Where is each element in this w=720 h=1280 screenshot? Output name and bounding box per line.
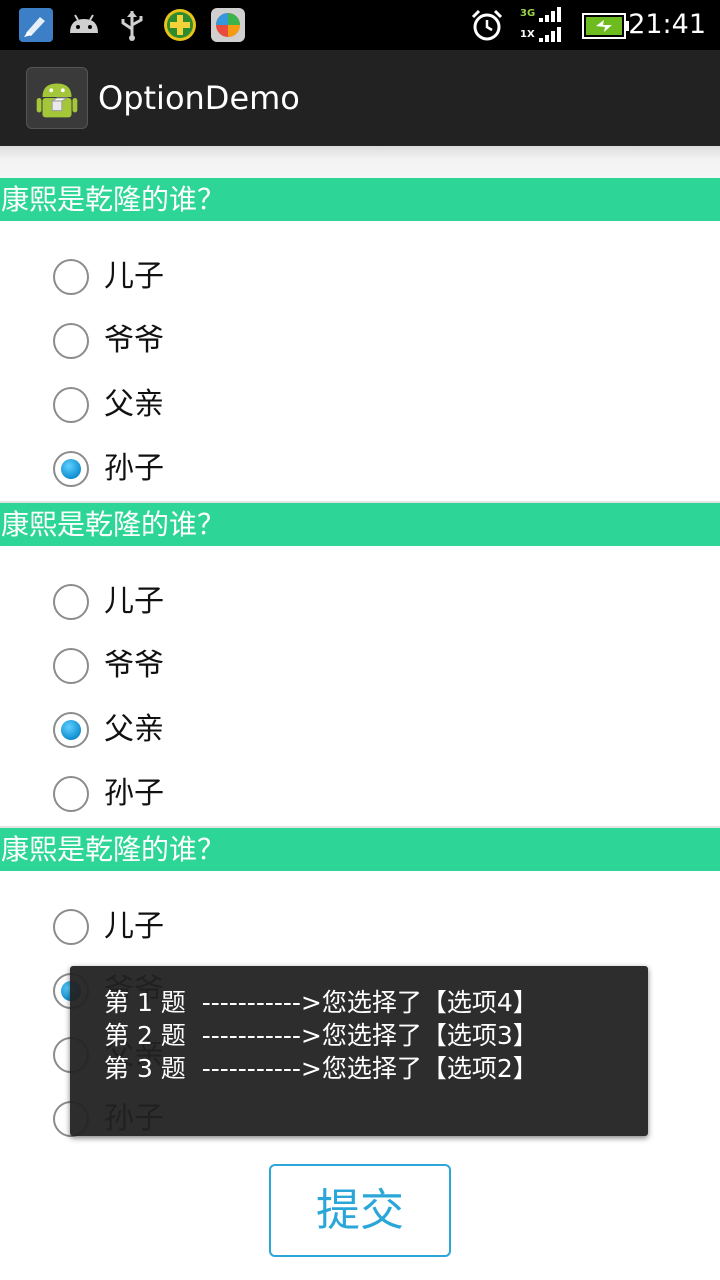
question-3-option-1[interactable]: 儿子 xyxy=(52,902,352,952)
question-2-option-1[interactable]: 儿子 xyxy=(52,577,352,627)
option-label: 儿子 xyxy=(104,584,164,619)
clock: 21:41 xyxy=(628,9,706,40)
screen: 3G 1X 21:41 OptionDemo 康熙是乾隆的谁？ 儿子 爷爷 父亲… xyxy=(0,0,720,1280)
question-1-option-1[interactable]: 儿子 xyxy=(52,252,352,302)
android-icon xyxy=(70,14,98,33)
radio-button[interactable] xyxy=(53,323,89,359)
android-robot-icon xyxy=(36,83,78,118)
radio-button[interactable] xyxy=(53,909,89,945)
radio-button[interactable] xyxy=(53,648,89,684)
toast-line-2: 第 2 题 ----------->您选择了【选项3】 xyxy=(104,1021,538,1050)
option-label: 爷爷 xyxy=(104,323,164,358)
game-plus-icon xyxy=(164,9,196,41)
option-label: 父亲 xyxy=(104,387,164,422)
radio-button-checked[interactable] xyxy=(53,451,89,487)
option-label: 父亲 xyxy=(104,712,164,747)
app-store-icon xyxy=(211,8,245,42)
radio-button[interactable] xyxy=(53,776,89,812)
network-3g-label: 3G xyxy=(520,8,536,19)
network-indicator: 3G 1X xyxy=(518,6,568,46)
result-toast: 第 1 题 ----------->您选择了【选项4】 第 2 题 ------… xyxy=(70,966,648,1136)
toast-line-3: 第 3 题 ----------->您选择了【选项2】 xyxy=(104,1054,538,1083)
question-1-option-4[interactable]: 孙子 xyxy=(52,444,352,494)
question-3-title: 康熙是乾隆的谁？ xyxy=(0,828,720,871)
alarm-icon xyxy=(471,9,503,41)
option-label: 爷爷 xyxy=(104,648,164,683)
question-1-option-3[interactable]: 父亲 xyxy=(52,380,352,430)
content-top-shadow xyxy=(0,146,720,178)
option-label: 孙子 xyxy=(104,451,164,486)
question-2-title: 康熙是乾隆的谁？ xyxy=(0,503,720,546)
option-label: 孙子 xyxy=(104,776,164,811)
action-bar: OptionDemo xyxy=(0,50,720,146)
network-1x-label: 1X xyxy=(520,29,535,40)
toast-line-1: 第 1 题 ----------->您选择了【选项4】 xyxy=(104,988,538,1017)
usb-icon xyxy=(121,11,143,41)
question-1-title: 康熙是乾隆的谁？ xyxy=(0,178,720,221)
radio-button[interactable] xyxy=(53,387,89,423)
paintbrush-icon xyxy=(19,8,53,42)
submit-button[interactable]: 提交 xyxy=(269,1164,451,1257)
question-2-option-3[interactable]: 父亲 xyxy=(52,705,352,755)
app-title: OptionDemo xyxy=(98,79,300,117)
question-2-option-4[interactable]: 孙子 xyxy=(52,769,352,819)
radio-button[interactable] xyxy=(53,259,89,295)
radio-button[interactable] xyxy=(53,584,89,620)
battery-icon xyxy=(582,13,629,39)
option-label: 儿子 xyxy=(104,259,164,294)
signal-icon xyxy=(539,7,561,42)
question-2-option-2[interactable]: 爷爷 xyxy=(52,641,352,691)
question-1-option-2[interactable]: 爷爷 xyxy=(52,316,352,366)
radio-button-checked[interactable] xyxy=(53,712,89,748)
android-app-icon[interactable] xyxy=(26,67,88,129)
status-bar: 3G 1X 21:41 xyxy=(0,0,720,50)
option-label: 儿子 xyxy=(104,909,164,944)
